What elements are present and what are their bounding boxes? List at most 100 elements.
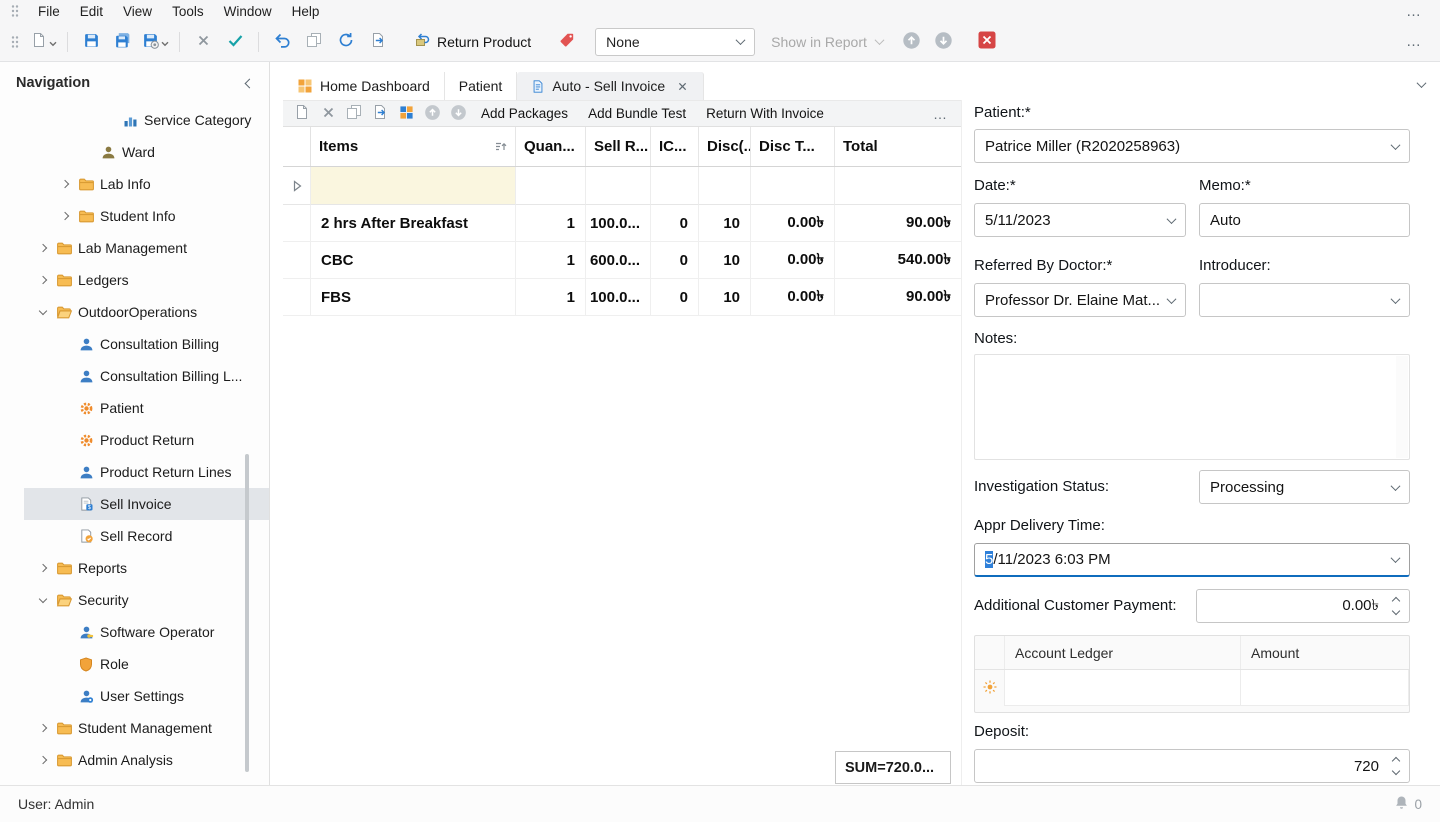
return-product-button[interactable]: Return Product: [408, 29, 537, 55]
sidebar-item-ward[interactable]: Ward: [0, 136, 269, 168]
apply-button[interactable]: [222, 29, 248, 55]
sidebar-item-lab-management[interactable]: Lab Management: [0, 232, 269, 264]
sidebar-item-user-settings[interactable]: User Settings: [0, 680, 269, 712]
spinner-down-icon[interactable]: [1392, 607, 1400, 615]
grid-new-item-row[interactable]: [283, 167, 961, 205]
tree-collapse-chevron[interactable]: [36, 593, 50, 607]
new-document-button[interactable]: [31, 29, 57, 55]
menu-item-tools[interactable]: Tools: [162, 4, 214, 19]
export-button[interactable]: [365, 29, 391, 55]
investigation-status-combobox[interactable]: Processing: [1199, 470, 1410, 504]
grid-row-2-hrs-after-breakfast[interactable]: 2 hrs After Breakfast1100.0...0100.00৳90…: [283, 205, 961, 242]
navigate-down-button[interactable]: [931, 29, 957, 55]
tree-expand-chevron[interactable]: [58, 209, 72, 223]
move-up-button[interactable]: [419, 102, 445, 125]
cell-items[interactable]: FBS: [311, 279, 516, 316]
cell-disc-total[interactable]: 0.00৳: [751, 242, 835, 279]
filter-cell-ic[interactable]: [651, 167, 699, 205]
grid-row-cbc[interactable]: CBC1600.0...0100.00৳540.00৳: [283, 242, 961, 279]
cell-disc-total[interactable]: 0.00৳: [751, 205, 835, 242]
tree-collapse-chevron[interactable]: [36, 305, 50, 319]
tab-list-dropdown-button[interactable]: [1414, 77, 1428, 91]
column-header-items[interactable]: Items: [311, 127, 516, 166]
save-all-button[interactable]: [110, 29, 136, 55]
menubar-overflow-button[interactable]: …: [1398, 3, 1430, 20]
tree-expand-chevron[interactable]: [36, 241, 50, 255]
tree-expand-chevron[interactable]: [36, 561, 50, 575]
column-header-total[interactable]: Total: [835, 127, 961, 166]
tree-expand-chevron[interactable]: [58, 177, 72, 191]
refresh-button[interactable]: [333, 29, 359, 55]
close-view-button[interactable]: [974, 29, 1000, 55]
undo-button[interactable]: [269, 29, 295, 55]
sidebar-item-product-return-lines[interactable]: Product Return Lines: [0, 456, 269, 488]
cell-quantity[interactable]: 1: [516, 205, 586, 242]
menu-item-file[interactable]: File: [28, 4, 70, 19]
tree-expand-chevron[interactable]: [36, 721, 50, 735]
cell-ic[interactable]: 0: [651, 242, 699, 279]
sidebar-item-outdooroperations[interactable]: OutdoorOperations: [0, 296, 269, 328]
spinner-up-icon[interactable]: [1392, 597, 1400, 605]
sidebar-item-reports[interactable]: Reports: [0, 552, 269, 584]
menubar-grip-icon[interactable]: [10, 3, 20, 19]
menu-item-edit[interactable]: Edit: [70, 4, 113, 19]
sidebar-item-sell-record[interactable]: Sell Record: [0, 520, 269, 552]
menu-item-help[interactable]: Help: [282, 4, 330, 19]
cell-disc-total[interactable]: 0.00৳: [751, 279, 835, 316]
sidebar-item-lab-info[interactable]: Lab Info: [0, 168, 269, 200]
sidebar-item-student-management[interactable]: Student Management: [0, 712, 269, 744]
sidebar-item-security[interactable]: Security: [0, 584, 269, 616]
tab-patient[interactable]: Patient: [445, 72, 518, 100]
column-header-disc-percent[interactable]: Disc(...: [699, 127, 751, 166]
export-grid-button[interactable]: [367, 102, 393, 125]
card-view-button[interactable]: [393, 102, 419, 125]
grid-row-fbs[interactable]: FBS1100.0...0100.00৳90.00৳: [283, 279, 961, 316]
tag-filter-combobox[interactable]: None: [595, 28, 755, 56]
spin-buttons[interactable]: [1387, 758, 1399, 774]
deposit-spinner[interactable]: 720: [974, 749, 1410, 783]
cell-sell-rate[interactable]: 100.0...: [586, 205, 651, 242]
cell-ic[interactable]: 0: [651, 205, 699, 242]
sidebar-item-service-category[interactable]: Service Category: [0, 104, 269, 136]
move-down-button[interactable]: [445, 102, 471, 125]
copy-button[interactable]: [301, 29, 327, 55]
spinner-up-icon[interactable]: [1392, 757, 1400, 765]
spinner-down-icon[interactable]: [1392, 767, 1400, 775]
cell-total[interactable]: 90.00৳: [835, 205, 961, 242]
cell-ic[interactable]: 0: [651, 279, 699, 316]
ledger-account-cell[interactable]: [1005, 670, 1241, 706]
notes-textarea[interactable]: [974, 354, 1410, 460]
introducer-combobox[interactable]: [1199, 283, 1410, 317]
grid-toolbar-overflow-button[interactable]: …: [925, 106, 955, 122]
sidebar-item-student-info[interactable]: Student Info: [0, 200, 269, 232]
delete-button[interactable]: [190, 29, 216, 55]
menu-item-view[interactable]: View: [113, 4, 162, 19]
spin-buttons[interactable]: [1387, 598, 1399, 614]
date-picker[interactable]: 5/11/2023: [974, 203, 1186, 237]
tree-expand-chevron[interactable]: [36, 273, 50, 287]
cell-sell-rate[interactable]: 100.0...: [586, 279, 651, 316]
column-header-disc-total[interactable]: Disc T...: [751, 127, 835, 166]
add-packages-button[interactable]: Add Packages: [471, 101, 578, 126]
tab-auto-sell-invoice[interactable]: Auto - Sell Invoice: [517, 72, 704, 100]
referred-by-doctor-combobox[interactable]: Professor Dr. Elaine Mat...: [974, 283, 1186, 317]
cell-total[interactable]: 540.00৳: [835, 242, 961, 279]
filter-cell-quantity[interactable]: [516, 167, 586, 205]
column-header-ic[interactable]: IC...: [651, 127, 699, 166]
toolbar-grip-icon[interactable]: [10, 34, 20, 50]
sidebar-item-role[interactable]: Role: [0, 648, 269, 680]
save-button[interactable]: [78, 29, 104, 55]
sidebar-item-patient[interactable]: Patient: [0, 392, 269, 424]
sidebar-collapse-button[interactable]: [246, 80, 253, 87]
toolbar-overflow-button[interactable]: …: [1398, 33, 1430, 50]
cell-quantity[interactable]: 1: [516, 242, 586, 279]
tag-button[interactable]: [554, 29, 580, 55]
cell-disc-percent[interactable]: 10: [699, 242, 751, 279]
copy-row-button[interactable]: [341, 102, 367, 125]
cell-items[interactable]: CBC: [311, 242, 516, 279]
sidebar-item-consultation-billing-l[interactable]: Consultation Billing L...: [0, 360, 269, 392]
filter-cell-disc-total[interactable]: [751, 167, 835, 205]
sidebar-item-sell-invoice[interactable]: $Sell Invoice: [0, 488, 269, 520]
tab-close-icon[interactable]: [676, 80, 689, 93]
save-layout-button[interactable]: [142, 29, 169, 55]
